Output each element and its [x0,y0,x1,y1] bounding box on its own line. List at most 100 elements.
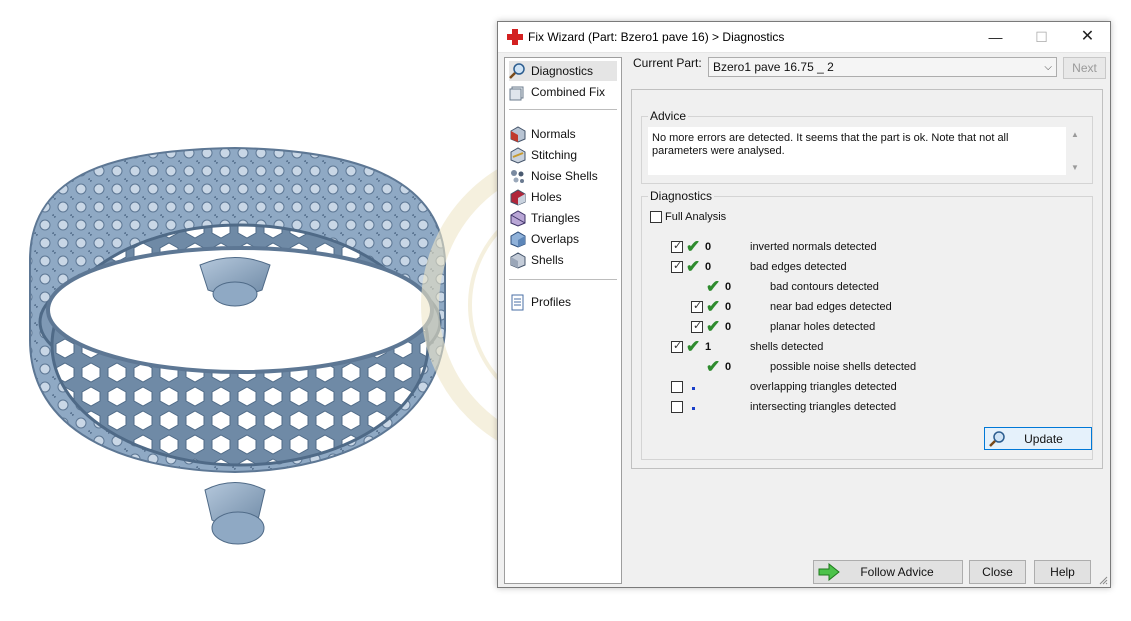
document-icon [511,294,524,310]
ok-check-icon: ✔ [706,357,721,376]
cube-blue-icon [510,230,526,248]
nav-label: Triangles [531,211,580,225]
intersecting-triangles-checkbox[interactable] [671,401,683,413]
diag-label: bad edges detected [750,261,847,273]
magnifier-icon [989,430,1005,447]
diag-label: inverted normals detected [750,241,877,253]
current-part-label: Current Part: [633,56,702,70]
nav-item-diagnostics[interactable]: Diagnostics [509,61,617,81]
nav-item-overlaps[interactable]: Overlaps [509,229,617,249]
scroll-down-icon[interactable]: ▼ [1071,163,1079,172]
nav-label: Noise Shells [531,169,598,183]
cube-stack-icon [509,86,524,100]
red-cross-app-icon [507,29,523,45]
chevron-down-icon: ⌵ [1044,62,1052,73]
update-button[interactable]: Update [984,427,1092,450]
advice-text: No more errors are detected. It seems th… [652,132,1050,172]
window-title: Fix Wizard (Part: Bzero1 pave 16) > Diag… [528,30,785,44]
bad-edges-checkbox[interactable]: ✓ [671,260,683,273]
nav-item-shells[interactable]: Shells [509,250,617,270]
diagnostics-group: Diagnostics Full Analysis ✓ ✔ 0 inverted… [641,189,1093,460]
resize-grip-icon[interactable] [1098,575,1108,585]
advice-scrollbar[interactable]: ▲ ▼ [1066,127,1084,175]
cube-stitch-icon [510,146,526,164]
green-arrow-icon [818,563,840,581]
nav-label: Holes [531,190,562,204]
noise-dots-icon [511,169,524,183]
overlapping-triangles-checkbox[interactable] [671,381,683,393]
diag-label: planar holes detected [770,321,876,333]
update-label: Update [1024,431,1063,446]
count: 0 [705,261,712,273]
nav-label: Stitching [531,148,578,162]
check-icon: ✓ [673,240,683,252]
count: 0 [725,281,732,293]
check-icon: ✓ [673,340,683,352]
ok-check-icon: ✔ [706,297,721,316]
diag-label: shells detected [750,341,824,353]
diagnostics-panel: Advice No more errors are detected. It s… [631,89,1103,469]
follow-advice-label: Follow Advice [860,565,934,579]
magnifier-icon [509,62,525,79]
nav-label: Profiles [531,295,572,309]
follow-advice-button[interactable]: Follow Advice [813,560,963,584]
ok-check-icon: ✔ [686,257,701,276]
cube-purple-icon [510,209,526,227]
close-button[interactable]: Close [969,560,1026,584]
fix-wizard-dialog: Fix Wizard (Part: Bzero1 pave 16) > Diag… [497,21,1111,588]
cube-shells-icon [510,251,526,269]
nav-label: Diagnostics [531,64,594,78]
status-dot [692,387,695,390]
nav-item-triangles[interactable]: Triangles [509,208,617,228]
diag-label: intersecting triangles detected [750,401,897,413]
nav-item-holes[interactable]: Holes [509,187,617,207]
check-icon: ✓ [693,320,703,332]
check-icon: ✓ [693,300,703,312]
full-analysis-label: Full Analysis [665,211,727,223]
inverted-normals-checkbox[interactable]: ✓ [671,240,683,253]
cube-red-icon [510,125,526,143]
nav-separator [509,109,617,110]
current-part-dropdown[interactable]: Bzero1 pave 16.75 _ 2 ⌵ [708,57,1057,77]
diagnostics-title: Diagnostics [648,189,715,203]
planar-holes-checkbox[interactable]: ✓ [691,320,703,333]
nav-item-noise-shells[interactable]: Noise Shells [509,166,617,186]
full-analysis-checkbox[interactable] [650,211,662,223]
advice-group: Advice No more errors are detected. It s… [641,109,1093,184]
diag-label: overlapping triangles detected [750,381,897,393]
title-bar[interactable]: Fix Wizard (Part: Bzero1 pave 16) > Diag… [498,22,1110,53]
count: 0 [725,361,732,373]
cube-holes-icon [510,188,526,206]
ok-check-icon: ✔ [706,317,721,336]
nav-item-profiles[interactable]: Profiles [509,292,617,312]
ok-check-icon: ✔ [706,277,721,296]
wizard-nav: Diagnostics Combined Fix Normals Stitchi… [504,57,622,584]
count: 0 [725,301,732,313]
nav-item-normals[interactable]: Normals [509,124,617,144]
close-window-button[interactable]: ✕ [1065,22,1110,52]
check-icon: ✓ [673,260,683,272]
nav-label: Normals [531,127,576,141]
help-button[interactable]: Help [1034,560,1091,584]
shells-checkbox[interactable]: ✓ [671,340,683,353]
nav-label: Overlaps [531,232,580,246]
nav-item-stitching[interactable]: Stitching [509,145,617,165]
nav-label: Combined Fix [531,85,606,99]
nav-item-combined-fix[interactable]: Combined Fix [509,82,617,102]
minimize-button[interactable]: — [973,22,1018,52]
count: 0 [725,321,732,333]
current-part-value: Bzero1 pave 16.75 _ 2 [713,60,834,74]
nav-label: Shells [531,253,564,267]
diag-label: near bad edges detected [770,301,892,313]
ok-check-icon: ✔ [686,337,701,356]
scroll-up-icon[interactable]: ▲ [1071,130,1079,139]
nav-separator [509,279,617,280]
diag-label: bad contours detected [770,281,879,293]
next-button[interactable]: Next [1063,57,1106,79]
maximize-button[interactable]: ☐ [1019,22,1064,52]
diag-label: possible noise shells detected [770,361,917,373]
ok-check-icon: ✔ [686,237,701,256]
near-bad-edges-checkbox[interactable]: ✓ [691,300,703,313]
advice-title: Advice [648,109,689,123]
status-dot [692,407,695,410]
